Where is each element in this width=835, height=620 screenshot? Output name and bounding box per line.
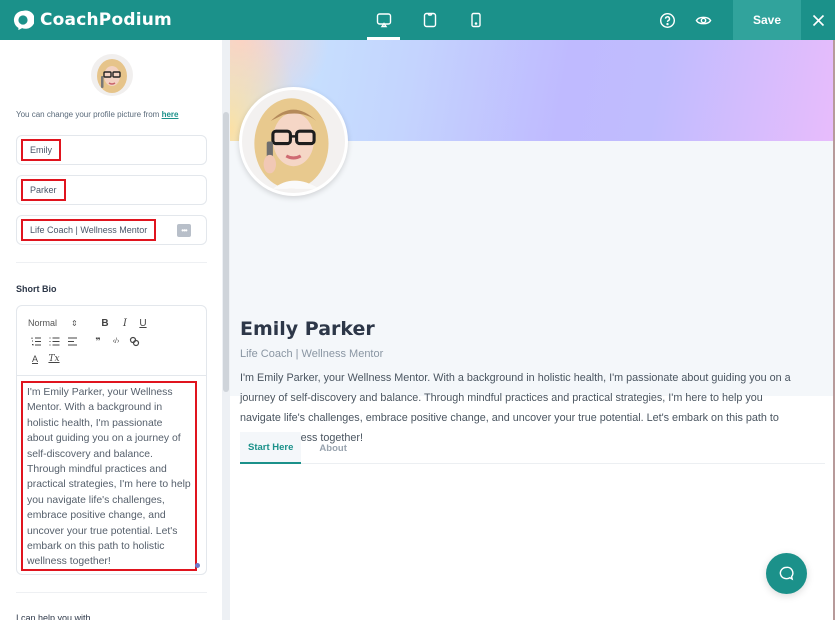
select-arrows-icon: ⇕ [71,318,78,328]
sidebar-avatar[interactable] [91,54,133,96]
profile-title: Life Coach | Wellness Mentor [240,348,384,360]
divider [16,592,207,593]
desktop-icon [376,13,391,28]
link-icon [129,336,139,346]
editor-toolbar: Normal ⇕ B I U ❞ ‹/› A Tx [17,306,206,376]
more-icon[interactable]: ••• [177,224,191,237]
profile-name: Emily Parker [240,318,375,340]
align-button[interactable] [64,335,80,347]
chat-icon [779,566,794,581]
tab-start-here[interactable]: Start Here [240,432,302,464]
link-button[interactable] [126,335,142,347]
last-name-field[interactable]: Parker [16,175,207,205]
device-switcher [367,0,505,40]
last-name-value[interactable]: Parker [21,179,66,201]
close-icon [812,14,824,26]
brand-name: CoachPodium [40,10,172,30]
profile-picture-hint: You can change your profile picture from… [16,110,178,119]
align-icon [67,337,77,345]
help-button[interactable] [649,0,685,40]
text-color-button[interactable]: A [28,353,42,365]
brand: CoachPodium [12,0,172,40]
sidebar-scrollbar-thumb[interactable] [223,112,229,392]
top-bar: CoachPodium Save [0,0,835,40]
sidebar-scrollbar[interactable] [222,40,230,620]
ordered-list-button[interactable] [28,335,44,347]
close-button[interactable] [801,0,835,40]
bold-button[interactable]: B [96,317,114,329]
help-circle-icon [659,12,675,28]
tab-about[interactable]: About [311,432,354,464]
profile-preview: Emily Parker Life Coach | Wellness Mento… [230,40,835,620]
mobile-icon [470,12,481,28]
ordered-list-icon [31,337,41,345]
underline-button[interactable]: U [134,317,152,329]
first-name-value[interactable]: Emily [21,139,61,161]
clear-format-button[interactable]: Tx [46,353,62,365]
format-select-value: Normal [28,318,58,328]
help-with-label: I can help you with [16,613,91,620]
tablet-icon [423,12,436,28]
profile-hint-text: You can change your profile picture from [16,110,162,119]
profile-picture-link[interactable]: here [162,110,179,119]
eye-icon [695,16,711,24]
editor-sidebar: You can change your profile picture from… [0,40,222,620]
code-button[interactable]: ‹/› [108,335,124,347]
preview-button[interactable] [685,0,721,40]
device-tab-desktop[interactable] [367,0,400,40]
profile-photo-image [242,90,345,193]
italic-button[interactable]: I [116,317,134,329]
divider [16,262,207,263]
save-button[interactable]: Save [733,0,801,40]
profile-tabs: Start Here About [240,432,825,464]
format-select[interactable]: Normal ⇕ [28,317,88,329]
headline-field[interactable]: Life Coach | Wellness Mentor ••• [16,215,207,245]
first-name-field[interactable]: Emily [16,135,207,165]
device-tab-tablet[interactable] [413,0,446,40]
bullet-list-button[interactable] [46,335,62,347]
bullet-list-icon [49,337,59,345]
avatar-image [91,54,133,96]
coachpodium-logo-icon [13,10,34,31]
short-bio-label: Short Bio [16,284,57,294]
bio-editor-content[interactable]: I'm Emily Parker, your Wellness Mentor. … [21,381,197,571]
blockquote-button[interactable]: ❞ [90,335,106,347]
top-actions: Save [649,0,835,40]
profile-photo [239,87,348,196]
chat-button[interactable] [766,553,807,594]
device-tab-mobile[interactable] [459,0,492,40]
bio-editor: Normal ⇕ B I U ❞ ‹/› A Tx I'm Emily Park… [16,305,207,575]
resize-handle[interactable] [195,563,200,568]
headline-value[interactable]: Life Coach | Wellness Mentor [21,219,157,241]
